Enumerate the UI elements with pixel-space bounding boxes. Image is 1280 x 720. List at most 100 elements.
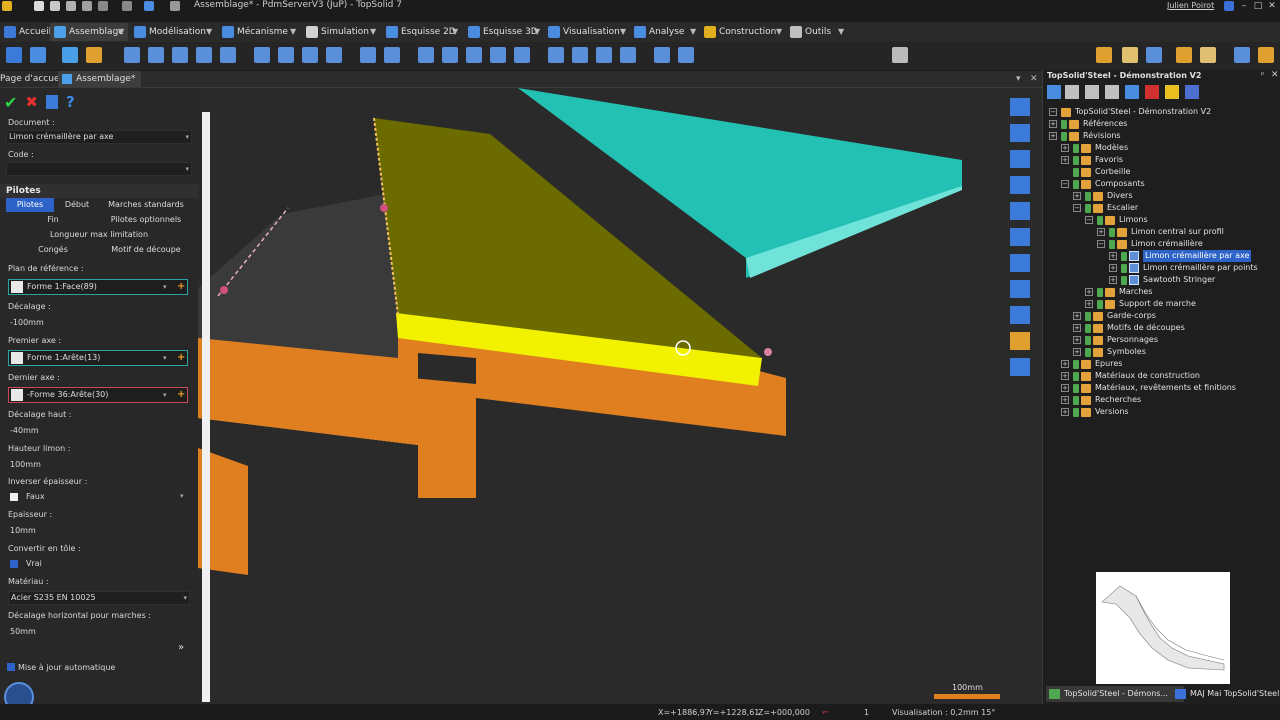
axis-point-3[interactable] xyxy=(764,348,772,356)
expand-icon[interactable]: + xyxy=(1061,396,1069,404)
tab-maj-mai[interactable]: MAJ Mai TopSolid'Steel xyxy=(1172,686,1280,702)
print-icon[interactable] xyxy=(82,1,92,11)
tab-motif-decoupe[interactable]: Motif de découpe xyxy=(100,243,192,257)
tree-item[interactable]: + Marches xyxy=(1085,286,1152,298)
tab-list-dropdown[interactable]: ▾ xyxy=(1016,71,1021,87)
expand-icon[interactable]: + xyxy=(1109,276,1117,284)
tree-item[interactable]: + Références xyxy=(1049,118,1127,130)
last-axis-field[interactable]: -Forme 36:Arête(30) ▾ + xyxy=(8,387,188,403)
view-list-icon[interactable] xyxy=(1010,358,1030,376)
menu-assemblage-caret[interactable]: ▼ xyxy=(118,27,124,36)
zoom-window-icon[interactable] xyxy=(1010,254,1030,272)
expand-icon[interactable]: + xyxy=(1061,384,1069,392)
tree-item[interactable]: − Composants xyxy=(1061,178,1145,190)
tab-fin[interactable]: Fin xyxy=(6,213,100,227)
expand-icon[interactable]: + xyxy=(1109,264,1117,272)
axis-point-2[interactable] xyxy=(220,286,228,294)
boolean-icon[interactable] xyxy=(548,47,564,63)
tree-item[interactable]: + Limon central sur profil xyxy=(1097,226,1224,238)
visualisation-setting[interactable]: Visualisation : 0,2mm 15° xyxy=(892,708,995,717)
expand-icon[interactable]: + xyxy=(1061,144,1069,152)
measure-icon[interactable] xyxy=(654,47,670,63)
view-cube-icon[interactable] xyxy=(1010,306,1030,324)
chamfer-icon[interactable] xyxy=(466,47,482,63)
expand-icon[interactable]: + xyxy=(1073,324,1081,332)
tree-tool-3-icon[interactable] xyxy=(1085,85,1099,99)
boolean-3-icon[interactable] xyxy=(596,47,612,63)
assembly-part-icon[interactable] xyxy=(86,47,102,63)
invert-dropdown-icon[interactable]: ▾ xyxy=(180,492,184,500)
code-dropdown-icon[interactable]: ▾ xyxy=(185,163,189,175)
tree-item[interactable]: + Limon crémaillère par axe xyxy=(1109,250,1252,262)
material-select[interactable]: Acier S235 EN 10025 ▾ xyxy=(8,591,190,605)
menu-assemblage[interactable]: Assemblage xyxy=(50,23,128,41)
tree-tool-4-icon[interactable] xyxy=(1105,85,1119,99)
tree-tool-1-icon[interactable] xyxy=(1047,85,1061,99)
menu-modelisation[interactable]: Modélisation xyxy=(134,23,206,41)
tab-pilotes-optionnels[interactable]: Pilotes optionnels xyxy=(100,213,192,227)
view-layers-icon[interactable] xyxy=(1010,228,1030,246)
sheet-checkbox[interactable] xyxy=(10,560,18,568)
shell-icon[interactable] xyxy=(514,47,530,63)
add-part-icon[interactable] xyxy=(62,47,78,63)
new-document-icon[interactable] xyxy=(34,1,44,11)
tab-longueur-max[interactable]: Longueur max limitation xyxy=(6,228,192,242)
collapse-icon[interactable]: − xyxy=(1085,216,1093,224)
tree-item[interactable]: − Limons xyxy=(1085,214,1148,226)
close-project-panel-button[interactable]: ✕ xyxy=(1271,70,1279,80)
tree-item[interactable]: + Motifs de découpes xyxy=(1073,322,1185,334)
tree-tool-2-icon[interactable] xyxy=(1065,85,1079,99)
document-dropdown-icon[interactable]: ▾ xyxy=(185,131,189,143)
tree-item[interactable]: + Recherches xyxy=(1061,394,1141,406)
menu-esquisse-3d[interactable]: Esquisse 3D xyxy=(468,23,538,41)
plan-add-icon[interactable]: + xyxy=(177,280,185,294)
tab-pilotes[interactable]: Pilotes xyxy=(6,198,54,212)
tree-item[interactable]: + Symboles xyxy=(1073,346,1146,358)
repeat-icon[interactable] xyxy=(360,47,376,63)
thickness-value[interactable]: 10mm xyxy=(10,526,36,535)
mirror-icon[interactable] xyxy=(326,47,342,63)
tab-marches-standards[interactable]: Marches standards xyxy=(100,198,192,212)
user-name[interactable]: Julien Poirot xyxy=(1167,1,1214,10)
cancel-icon[interactable]: ✖ xyxy=(25,93,38,111)
first-axis-field[interactable]: Forme 1:Arête(13) ▾ + xyxy=(8,350,188,366)
redo-icon[interactable] xyxy=(122,1,132,11)
close-window-button[interactable]: ✕ xyxy=(1266,0,1278,12)
constraint-4-icon[interactable] xyxy=(196,47,212,63)
extrude-icon[interactable] xyxy=(442,47,458,63)
save-icon[interactable] xyxy=(66,1,76,11)
steel-library-icon[interactable] xyxy=(1258,47,1274,63)
steel-railing-icon[interactable] xyxy=(1234,47,1250,63)
user-badge-icon[interactable] xyxy=(1224,1,1234,11)
menu-outils-caret[interactable]: ▼ xyxy=(838,27,844,36)
tree-item[interactable]: + Révisions xyxy=(1049,130,1121,142)
invert-checkbox[interactable] xyxy=(10,493,18,501)
view-move-icon[interactable] xyxy=(1010,98,1030,116)
menu-visualisation[interactable]: Visualisation xyxy=(548,23,620,41)
offset-value[interactable]: -100mm xyxy=(10,318,44,327)
collapse-icon[interactable]: − xyxy=(1097,240,1105,248)
tab-home[interactable]: Page d'accueil xyxy=(0,71,65,87)
pin-project-panel-icon[interactable]: ᵖ xyxy=(1261,70,1264,79)
menu-esquisse-2d-caret[interactable]: ▼ xyxy=(452,27,458,36)
constraint-icon[interactable] xyxy=(124,47,140,63)
view-pan-icon[interactable] xyxy=(1010,124,1030,142)
steel-tool-icon[interactable] xyxy=(1096,47,1112,63)
expand-icon[interactable]: + xyxy=(1049,132,1057,140)
menu-esquisse-2d[interactable]: Esquisse 2D xyxy=(386,23,456,41)
axis-point-1[interactable] xyxy=(380,204,388,212)
first-axis-dropdown-icon[interactable]: ▾ xyxy=(163,351,167,365)
auto-update-checkbox[interactable] xyxy=(7,663,15,671)
expand-icon[interactable]: + xyxy=(1109,252,1117,260)
menu-accueil[interactable]: Accueil xyxy=(4,23,51,41)
more-options-button[interactable]: » xyxy=(178,642,184,653)
tree-item[interactable]: + Modèles xyxy=(1061,142,1128,154)
view-zoom-icon[interactable] xyxy=(1010,176,1030,194)
first-axis-add-icon[interactable]: + xyxy=(177,351,185,365)
tree-item[interactable]: − Limon crémaillère xyxy=(1097,238,1203,250)
expand-icon[interactable]: + xyxy=(1061,372,1069,380)
section-pilotes[interactable]: Pilotes xyxy=(0,184,198,198)
section-icon[interactable] xyxy=(678,47,694,63)
tree-item[interactable]: + Sawtooth Stringer xyxy=(1109,274,1215,286)
last-axis-dropdown-icon[interactable]: ▾ xyxy=(163,388,167,402)
